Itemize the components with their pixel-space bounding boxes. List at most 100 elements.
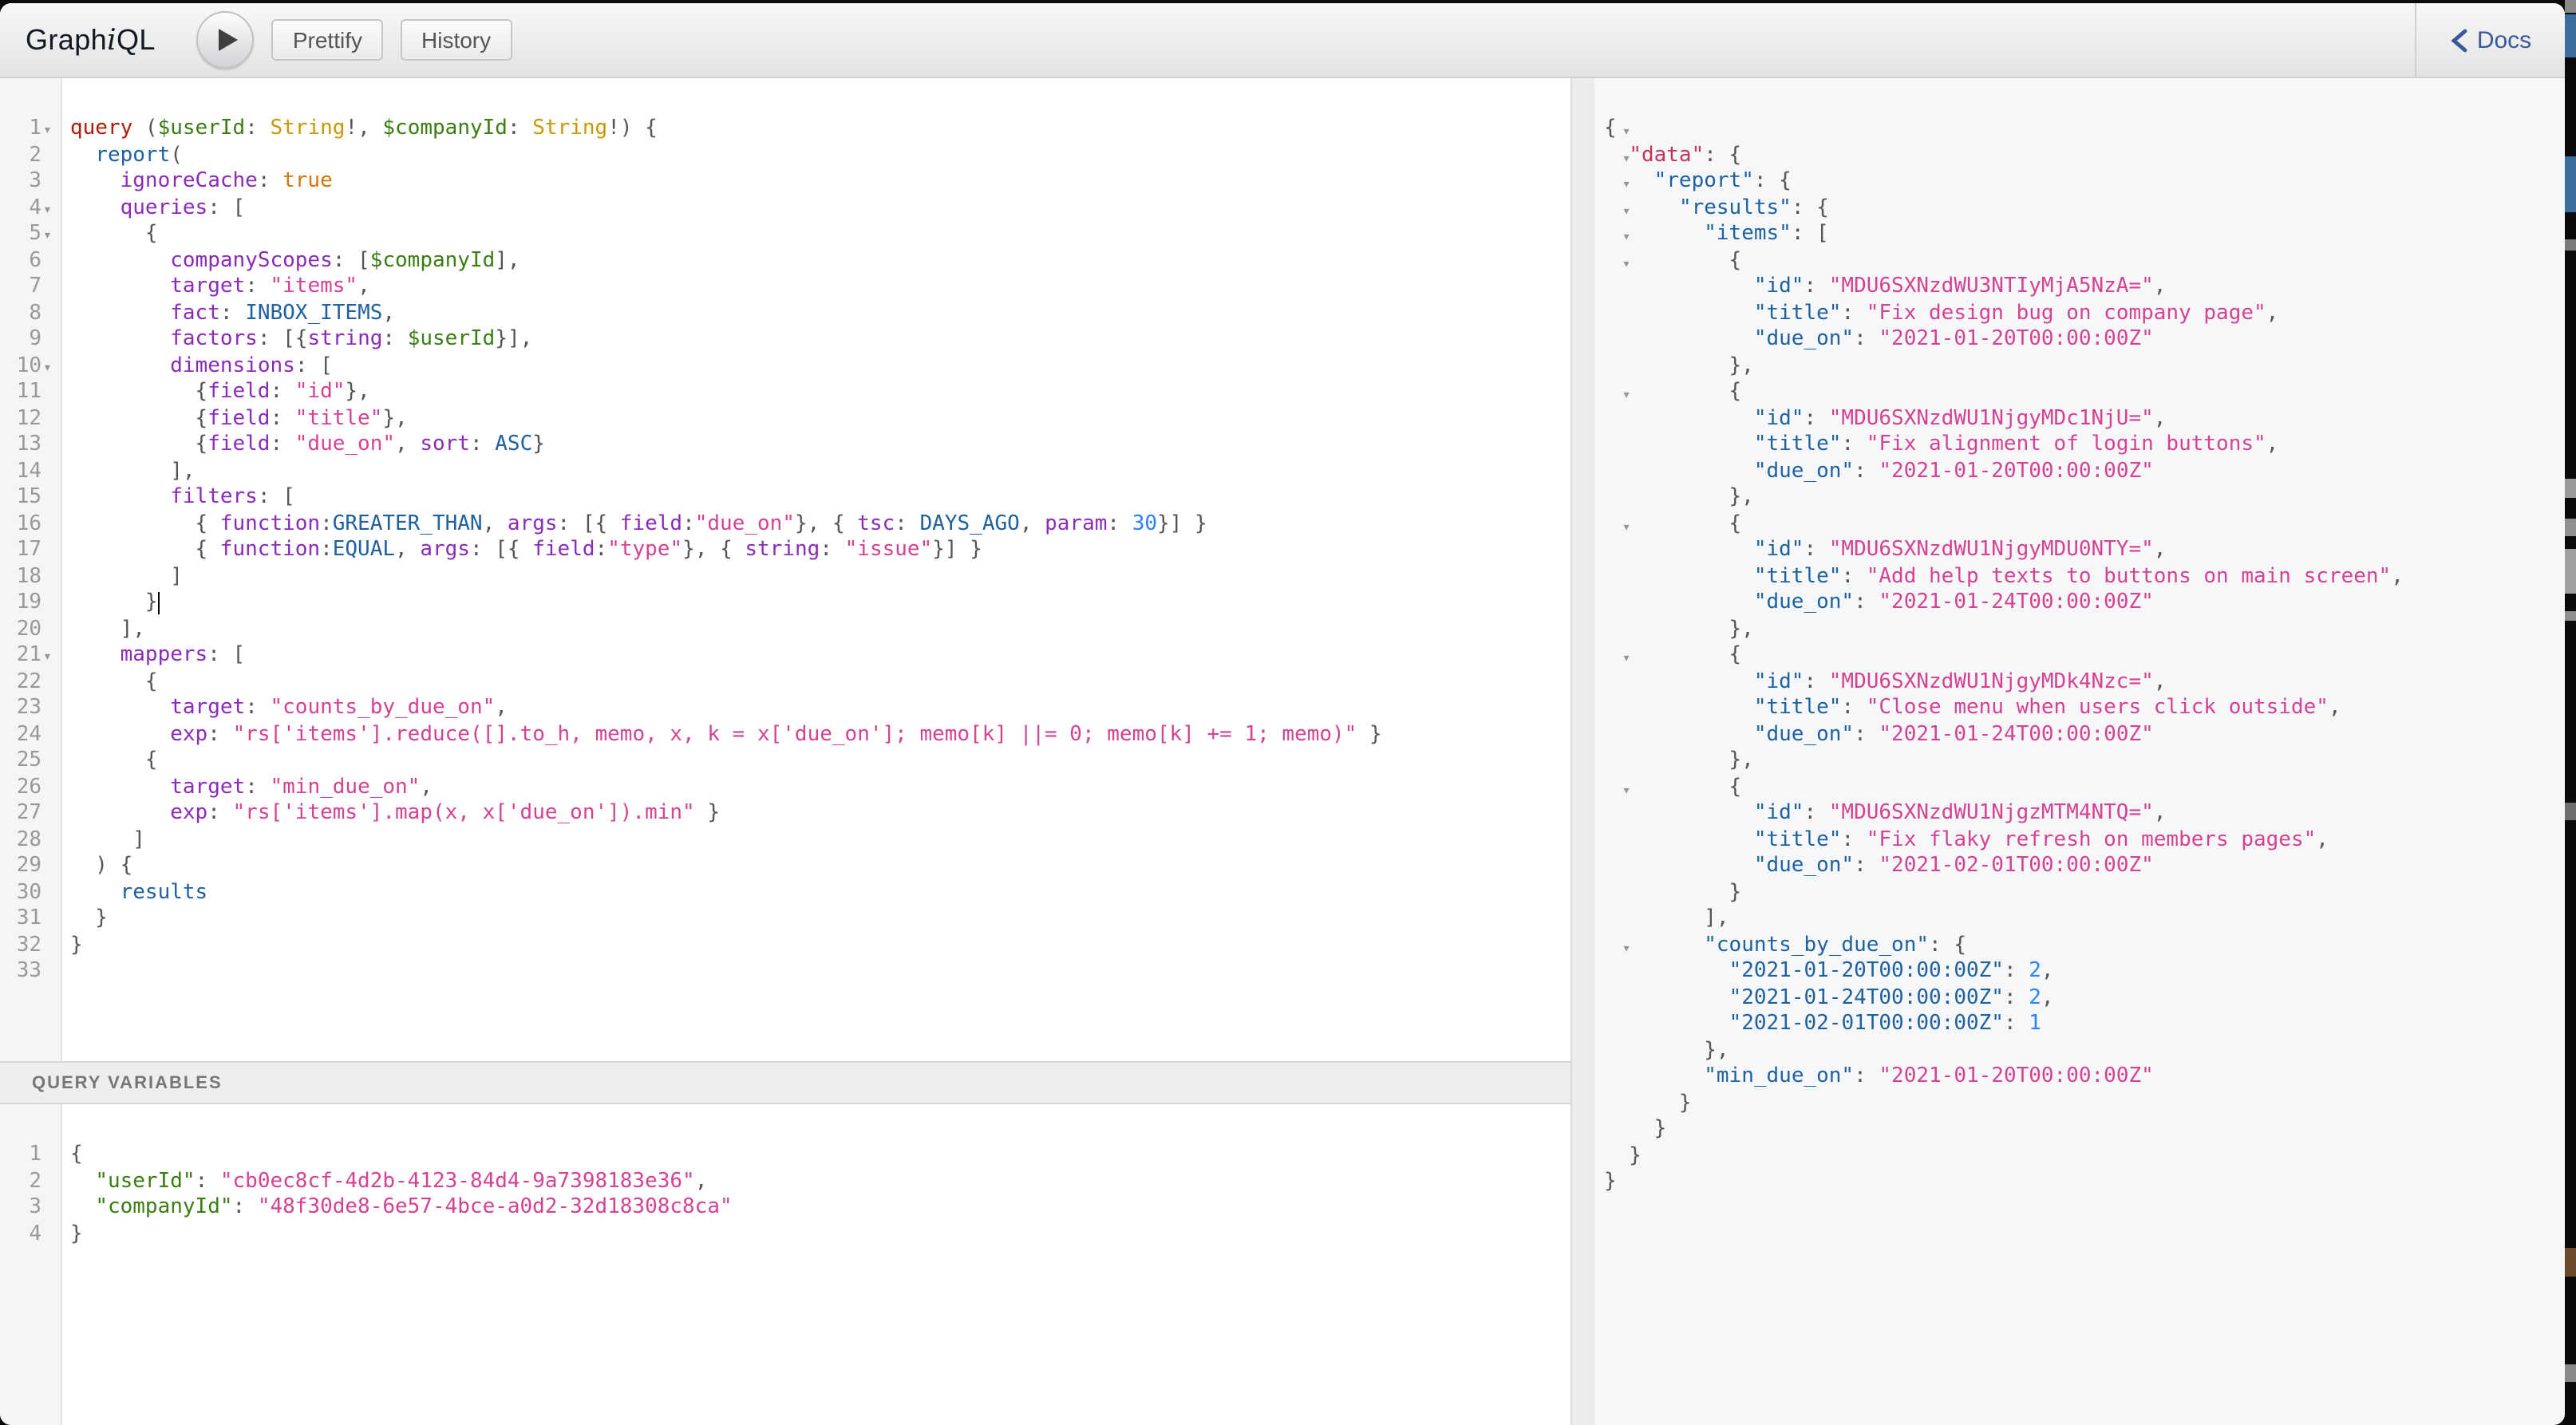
code-line[interactable]: } [70,906,1570,933]
graphiql-window: GraphiQL Prettify History Docs 1▾234▾5▾6… [0,3,2565,1425]
toolbar: GraphiQL Prettify History Docs [0,3,2565,78]
fold-arrow-icon[interactable]: ▾ [1622,203,1631,219]
line-number: 6 [29,248,41,274]
line-number: 33 [17,959,41,985]
code-line[interactable]: factors: [{string: $userId}], [70,327,1570,353]
code-line: { [1604,643,2565,669]
code-line[interactable]: ignoreCache: true [70,169,1570,195]
code-line: "title": "Fix flaky refresh on members p… [1604,827,2565,854]
code-line[interactable]: { function:GREATER_THAN, args: [{ field:… [70,511,1570,538]
query-editor-code[interactable]: query ($userId: String!, $companyId: Str… [62,78,1570,1061]
fold-arrow-icon[interactable]: ▾ [1622,256,1631,272]
code-line: }, [1604,748,2565,775]
line-number: 23 [17,696,41,722]
code-line[interactable]: {field: "due_on", sort: ASC} [70,432,1570,459]
code-line[interactable]: { [70,669,1570,696]
code-line[interactable]: target: "counts_by_due_on", [70,696,1570,722]
code-line[interactable]: dimensions: [ [70,353,1570,380]
line-number: 29 [17,854,41,880]
code-line: "due_on": "2021-01-20T00:00:00Z" [1604,459,2565,485]
code-line: }, [1604,353,2565,380]
code-line[interactable]: filters: [ [70,485,1570,511]
variables-editor[interactable]: 1234 { "userId": "cb0ec8cf-4d2b-4123-84d… [0,1104,1570,1425]
docs-button[interactable]: Docs [2415,3,2565,77]
fold-arrow-icon[interactable]: ▾ [1622,177,1631,193]
line-number: 22 [17,669,41,696]
code-line[interactable]: queries: [ [70,195,1570,222]
code-line: "id": "MDU6SXNzdWU3NTIyMjA5NzA=", [1604,274,2565,301]
fold-arrow-icon[interactable]: ▾ [43,645,52,671]
code-line[interactable]: ] [70,564,1570,590]
code-line[interactable]: "userId": "cb0ec8cf-4d2b-4123-84d4-9a739… [70,1169,1570,1195]
code-line[interactable]: fact: INBOX_ITEMS, [70,301,1570,327]
fold-arrow-icon[interactable]: ▾ [1622,124,1631,140]
result-viewer: ▾▾▾▾▾▾▾▾▾▾▾ { "data": { "report": { "res… [1572,78,2565,1425]
line-number: 3 [29,1195,41,1222]
fold-arrow-icon[interactable]: ▾ [1622,941,1631,957]
query-editor[interactable]: 1▾234▾5▾678910▾1112131415161718192021▾22… [0,78,1570,1061]
line-number: 16 [17,511,41,538]
line-number: 24 [17,722,41,748]
code-line: "report": { [1604,169,2565,195]
code-line[interactable]: { [70,748,1570,775]
result-fold-gutter: ▾▾▾▾▾▾▾▾▾▾▾ [1572,78,1594,1425]
line-number: 27 [17,801,41,827]
code-line[interactable]: {field: "id"}, [70,380,1570,406]
history-button[interactable]: History [401,19,512,61]
code-line[interactable]: "companyId": "48f30de8-6e57-4bce-a0d2-32… [70,1195,1570,1222]
code-line: { [1604,380,2565,406]
code-line: "2021-01-24T00:00:00Z": 2, [1604,985,2565,1012]
code-line[interactable]: {field: "title"}, [70,406,1570,432]
code-line: "results": { [1604,195,2565,222]
code-line[interactable]: target: "items", [70,274,1570,301]
code-line[interactable]: ], [70,617,1570,643]
code-line: { [1604,775,2565,801]
execute-button[interactable] [197,11,255,69]
code-line[interactable]: { [70,222,1570,248]
line-number: 17 [17,538,41,564]
line-number: 20 [17,617,41,643]
fold-arrow-icon[interactable]: ▾ [1622,519,1631,535]
code-line[interactable]: companyScopes: [$companyId], [70,248,1570,274]
line-number: 21 [17,643,41,669]
line-number: 30 [17,880,41,906]
code-line: "due_on": "2021-01-20T00:00:00Z" [1604,327,2565,353]
code-line[interactable]: ) { [70,854,1570,880]
fold-arrow-icon[interactable]: ▾ [43,118,52,144]
code-line[interactable]: { [70,1143,1570,1169]
code-line: }, [1604,485,2565,511]
code-line[interactable]: } [70,933,1570,959]
code-line[interactable]: ], [70,459,1570,485]
code-line: "2021-01-20T00:00:00Z": 2, [1604,959,2565,985]
variables-editor-gutter: 1234 [0,1104,62,1425]
code-line[interactable]: exp: "rs['items'].reduce([].to_h, memo, … [70,722,1570,748]
code-line[interactable]: results [70,880,1570,906]
query-variables-header[interactable]: QUERY VARIABLES [0,1061,1570,1104]
code-line: "min_due_on": "2021-01-20T00:00:00Z" [1604,1064,2565,1091]
code-line[interactable]: mappers: [ [70,643,1570,669]
fold-arrow-icon[interactable]: ▾ [43,223,52,250]
code-line[interactable]: } [70,1222,1570,1248]
code-line: "id": "MDU6SXNzdWU1NjgyMDU0NTY=", [1604,538,2565,564]
fold-arrow-icon[interactable]: ▾ [1622,230,1631,246]
code-line[interactable]: query ($userId: String!, $companyId: Str… [70,116,1570,143]
fold-arrow-icon[interactable]: ▾ [43,197,52,223]
fold-arrow-icon[interactable]: ▾ [1622,651,1631,667]
fold-arrow-icon[interactable]: ▾ [1622,388,1631,404]
fold-arrow-icon[interactable]: ▾ [1622,783,1631,799]
code-line[interactable]: exp: "rs['items'].map(x, x['due_on']).mi… [70,801,1570,827]
code-line[interactable]: { function:EQUAL, args: [{ field:"type"}… [70,538,1570,564]
code-line[interactable]: ] [70,827,1570,854]
code-line: "title": "Close menu when users click ou… [1604,696,2565,722]
code-line[interactable]: target: "min_due_on", [70,775,1570,801]
fold-arrow-icon[interactable]: ▾ [43,355,52,381]
code-line: "id": "MDU6SXNzdWU1NjgyMDc1NjU=", [1604,406,2565,432]
code-line[interactable] [70,959,1570,985]
code-line[interactable]: report( [70,143,1570,169]
prettify-button[interactable]: Prettify [272,19,383,61]
code-line: "2021-02-01T00:00:00Z": 1 [1604,1012,2565,1038]
chevron-left-icon [2450,28,2467,52]
variables-editor-code[interactable]: { "userId": "cb0ec8cf-4d2b-4123-84d4-9a7… [62,1104,1570,1425]
code-line[interactable]: } [70,590,1570,617]
fold-arrow-icon[interactable]: ▾ [1622,151,1631,167]
